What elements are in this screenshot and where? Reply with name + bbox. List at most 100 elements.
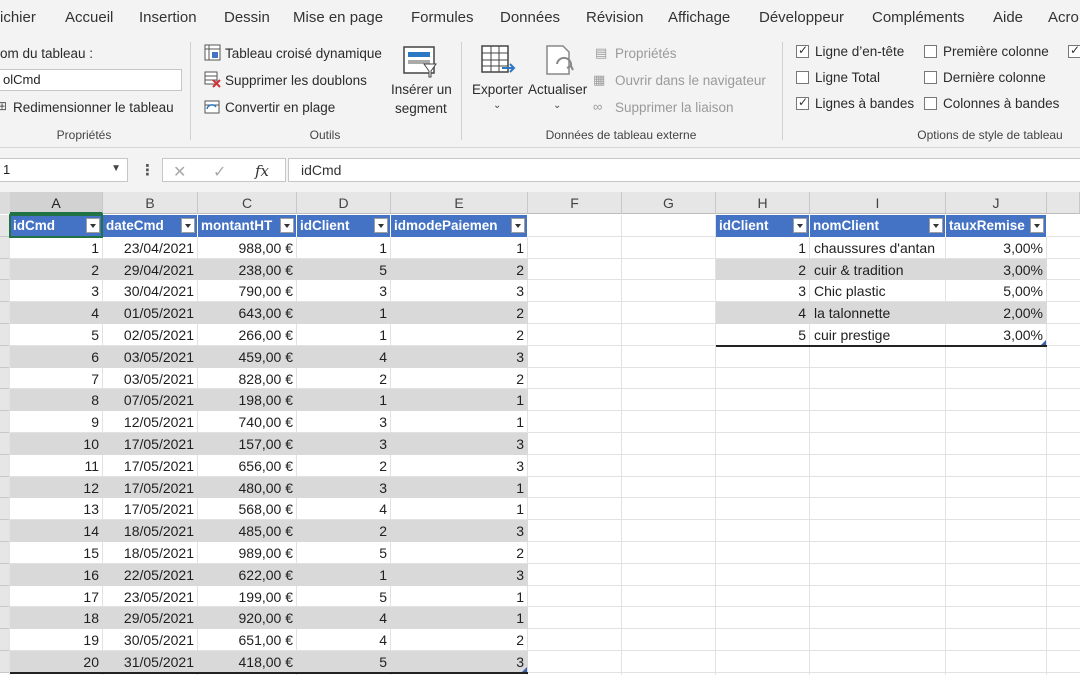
table-cell[interactable]: 5,00% <box>946 280 1047 302</box>
table-cell[interactable]: 2 <box>391 542 528 564</box>
table-cell[interactable]: 29/05/2021 <box>103 607 198 629</box>
first-column-checkbox[interactable] <box>924 45 937 58</box>
table-cell[interactable]: 988,00 € <box>198 237 297 259</box>
insert-function-icon[interactable]: fx <box>255 162 269 180</box>
table-cell[interactable]: 4 <box>297 498 391 520</box>
table-cell[interactable]: 1 <box>297 564 391 586</box>
table-cell[interactable]: 1 <box>391 607 528 629</box>
table-cell[interactable]: 4 <box>716 302 810 324</box>
table-cell[interactable]: 3 <box>391 455 528 477</box>
table-cell[interactable]: 2 <box>297 368 391 390</box>
table-cell[interactable]: la talonnette <box>810 302 946 324</box>
table-cell[interactable]: 1 <box>297 389 391 411</box>
menu-insertion[interactable]: Insertion <box>139 9 197 26</box>
table-cell[interactable]: 3 <box>391 280 528 302</box>
table-cell[interactable]: 30/05/2021 <box>103 629 198 651</box>
table-cell[interactable]: 1 <box>10 237 103 259</box>
table-cell[interactable]: 3 <box>297 411 391 433</box>
table-cell[interactable]: 8 <box>10 389 103 411</box>
table-cell[interactable]: 23/05/2021 <box>103 586 198 608</box>
table-cell[interactable]: 4 <box>297 629 391 651</box>
worksheet-grid[interactable]: A B C D E F G H I JidCmd dateCmd montantHT idClient i… <box>0 192 1080 675</box>
table-cell[interactable]: 5 <box>10 324 103 346</box>
cancel-icon[interactable]: ✕ <box>173 162 186 182</box>
filter-dropdown-icon[interactable] <box>511 218 525 233</box>
menu-revision[interactable]: Révision <box>586 9 644 26</box>
table-cell[interactable]: 3 <box>297 433 391 455</box>
table-cell[interactable]: 1 <box>391 586 528 608</box>
table-cell[interactable]: 920,00 € <box>198 607 297 629</box>
table-resize-handle[interactable] <box>522 666 527 672</box>
table-cell[interactable]: 2 <box>391 324 528 346</box>
convert-range-button[interactable]: Convertir en plage <box>225 100 335 115</box>
table-cell[interactable]: 9 <box>10 411 103 433</box>
table-cell[interactable]: 4 <box>297 346 391 368</box>
export-button[interactable]: Exporter <box>472 82 523 97</box>
table-cell[interactable]: 989,00 € <box>198 542 297 564</box>
menu-affichage[interactable]: Affichage <box>668 9 730 26</box>
table-cell[interactable]: 3 <box>391 520 528 542</box>
table-cell[interactable]: 15 <box>10 542 103 564</box>
filter-dropdown-icon[interactable] <box>374 218 388 233</box>
table-cell[interactable]: 2,00% <box>946 302 1047 324</box>
select-all-corner[interactable] <box>0 192 10 214</box>
table-cell[interactable]: 18/05/2021 <box>103 542 198 564</box>
menu-fichier[interactable]: ichier <box>0 9 36 26</box>
column-header-i[interactable]: I <box>810 192 946 214</box>
column-header-b[interactable]: B <box>103 192 198 214</box>
table-cell[interactable]: 622,00 € <box>198 564 297 586</box>
table-cell[interactable]: 6 <box>10 346 103 368</box>
table-cell[interactable]: 02/05/2021 <box>103 324 198 346</box>
column-header-k[interactable] <box>1047 192 1080 214</box>
table-cell[interactable]: 199,00 € <box>198 586 297 608</box>
table-cell[interactable]: Chic plastic <box>810 280 946 302</box>
table-cell[interactable]: 13 <box>10 498 103 520</box>
table-cell[interactable]: 12/05/2021 <box>103 411 198 433</box>
table-cell[interactable]: 2 <box>391 302 528 324</box>
menu-accueil[interactable]: Accueil <box>65 9 113 26</box>
table-cell[interactable]: 651,00 € <box>198 629 297 651</box>
table-cell[interactable]: 4 <box>10 302 103 324</box>
table-name-input[interactable]: olCmd <box>0 69 182 91</box>
chevron-down-icon[interactable]: ▼ <box>111 163 121 174</box>
filter-dropdown-icon[interactable] <box>793 218 807 233</box>
menu-acrobat[interactable]: Acro <box>1048 9 1079 26</box>
table-header-cell[interactable]: idClient <box>297 215 391 237</box>
column-header-c[interactable]: C <box>198 192 297 214</box>
column-header-d[interactable]: D <box>297 192 391 214</box>
table-cell[interactable]: 3 <box>391 651 528 673</box>
table-header-cell[interactable]: idmodePaiemen <box>391 215 528 237</box>
column-header-g[interactable]: G <box>622 192 716 214</box>
table-cell[interactable]: 1 <box>297 237 391 259</box>
table-cell[interactable]: 485,00 € <box>198 520 297 542</box>
table-cell[interactable]: 2 <box>10 259 103 281</box>
table-cell[interactable]: 01/05/2021 <box>103 302 198 324</box>
table-cell[interactable]: 740,00 € <box>198 411 297 433</box>
table-cell[interactable]: 1 <box>391 498 528 520</box>
table-cell[interactable]: 418,00 € <box>198 651 297 673</box>
table-cell[interactable]: 5 <box>716 324 810 346</box>
table-cell[interactable]: 17/05/2021 <box>103 455 198 477</box>
table-cell[interactable]: 1 <box>391 389 528 411</box>
column-header-e[interactable]: E <box>391 192 528 214</box>
table-cell[interactable]: 3 <box>391 346 528 368</box>
insert-slicer-label-1[interactable]: Insérer un <box>391 82 452 97</box>
table-cell[interactable]: 656,00 € <box>198 455 297 477</box>
table-cell[interactable]: 266,00 € <box>198 324 297 346</box>
table-cell[interactable]: 3 <box>391 433 528 455</box>
table-cell[interactable]: 03/05/2021 <box>103 346 198 368</box>
table-header-cell[interactable]: idClient <box>716 215 810 237</box>
table-cell[interactable]: 22/05/2021 <box>103 564 198 586</box>
name-box[interactable]: 1 ▼ <box>0 158 128 182</box>
table-cell[interactable]: 23/04/2021 <box>103 237 198 259</box>
table-cell[interactable]: 828,00 € <box>198 368 297 390</box>
table-cell[interactable]: chaussures d'antan <box>810 237 946 259</box>
last-column-checkbox[interactable] <box>924 71 937 84</box>
table-header-cell[interactable]: dateCmd <box>103 215 198 237</box>
filter-dropdown-icon[interactable] <box>929 218 943 233</box>
table-cell[interactable]: 3,00% <box>946 237 1047 259</box>
table-cell[interactable]: cuir prestige <box>810 324 946 346</box>
insert-slicer-label-2[interactable]: segment <box>395 101 447 116</box>
menu-donnees[interactable]: Données <box>500 9 560 26</box>
table-cell[interactable]: 16 <box>10 564 103 586</box>
